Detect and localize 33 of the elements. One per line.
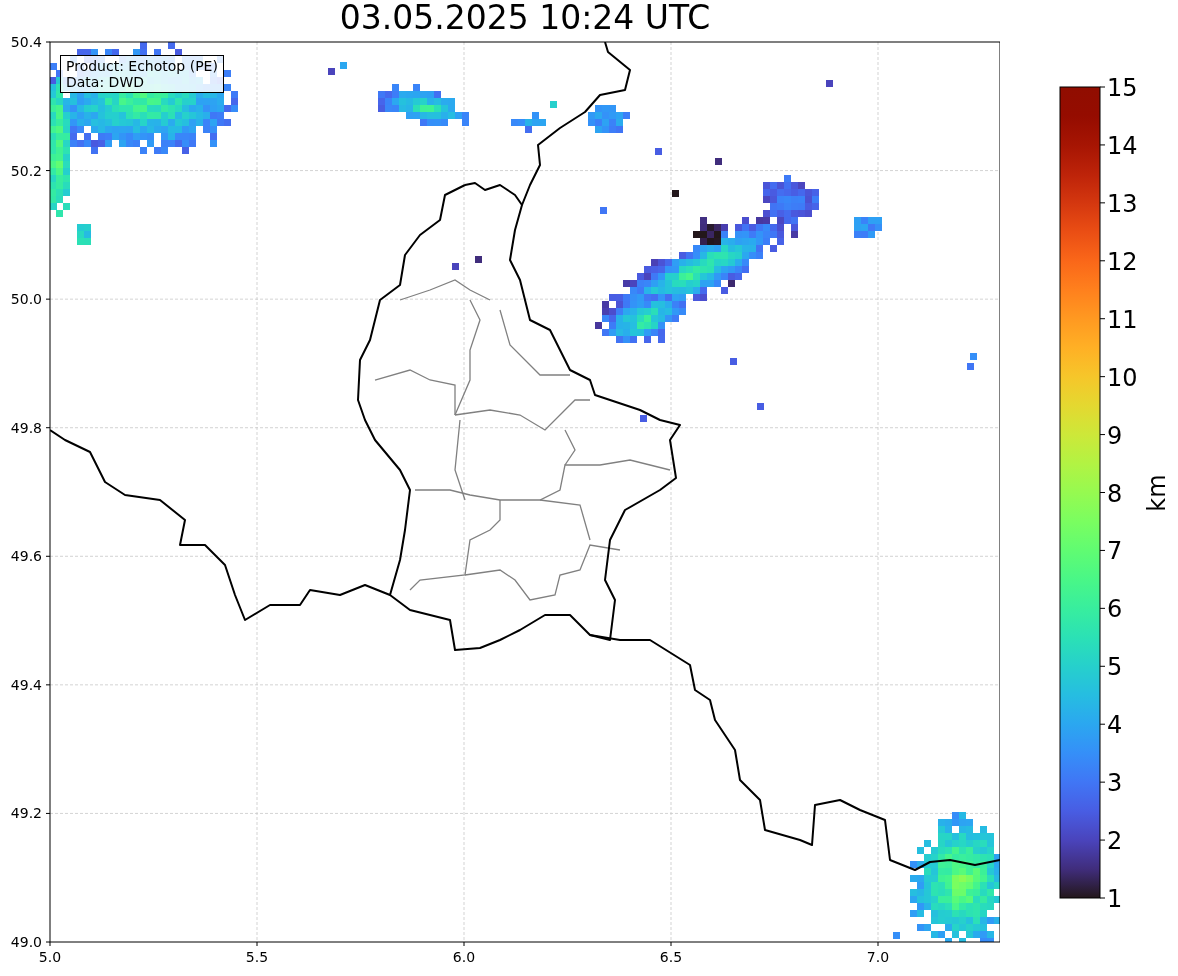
color-scale-label: 5 — [1107, 653, 1123, 682]
color-scale-label: 15 — [1107, 74, 1138, 102]
axis-tick-label: 6.5 — [659, 949, 683, 965]
color-scale-label: 4 — [1107, 711, 1123, 740]
color-scale-label: 10 — [1107, 363, 1138, 392]
axis-tick-label: 49.8 — [10, 419, 42, 436]
color-scale-label: 8 — [1107, 479, 1123, 508]
radar-echo — [77, 224, 91, 245]
color-scale-label: 9 — [1107, 421, 1123, 450]
color-scale-label: 14 — [1107, 131, 1138, 160]
info-text: Data: DWD — [66, 74, 145, 90]
color-scale-label: 12 — [1107, 247, 1138, 276]
color-scale-label: 6 — [1107, 595, 1123, 624]
color-scale-label: 2 — [1107, 827, 1123, 856]
axis-tick-label: 49.6 — [10, 548, 42, 565]
axis-tick-label: 5.0 — [38, 949, 62, 965]
axis-tick-label: 50.4 — [10, 34, 42, 50]
info-text: Product: Echotop (PE) — [66, 58, 218, 74]
axis-tick-label: 50.0 — [10, 291, 42, 308]
axis-label: km — [1143, 474, 1171, 512]
color-scale-label: 13 — [1107, 189, 1138, 218]
axis-tick-label: 6.0 — [452, 949, 476, 965]
color-scale-label: 11 — [1107, 305, 1138, 334]
chart-title: 03.05.2025 10:24 UTC — [339, 0, 711, 36]
axis-tick-label: 7.0 — [866, 949, 890, 965]
axis-tick-label: 5.5 — [245, 949, 269, 965]
axis-tick-label: 49.4 — [10, 676, 42, 693]
axis-tick-label: 49.2 — [10, 805, 42, 822]
color-scale-label: 7 — [1107, 537, 1123, 566]
color-scale-label: 3 — [1107, 769, 1123, 798]
axis-tick-label: 49.0 — [10, 934, 42, 950]
axis-tick-label: 50.2 — [10, 162, 42, 179]
color-scale-label: 1 — [1107, 885, 1123, 913]
